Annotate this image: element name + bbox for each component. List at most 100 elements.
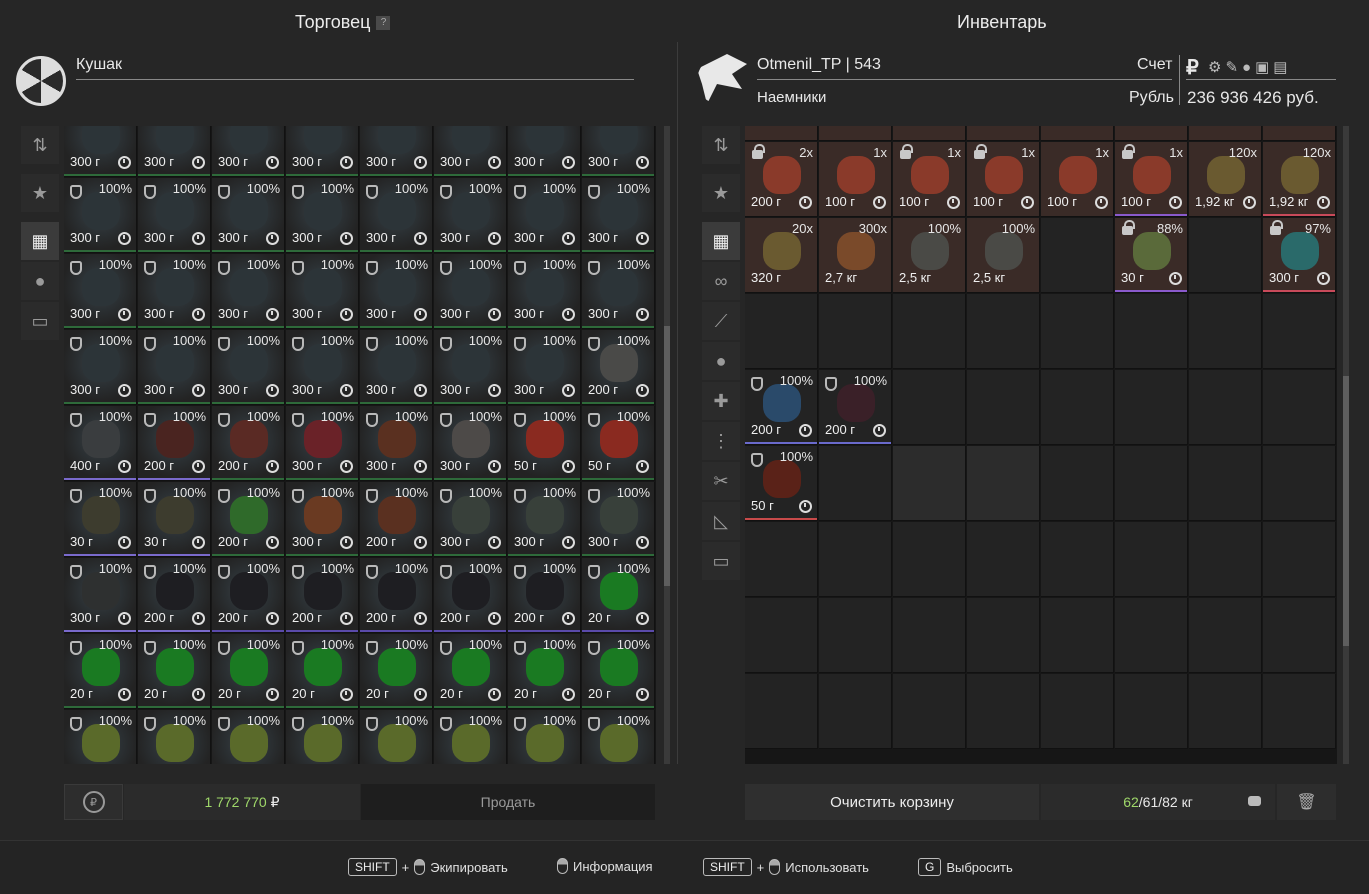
inventory-slot[interactable] bbox=[967, 126, 1040, 141]
item-slot[interactable]: 300 г bbox=[434, 126, 507, 177]
inventory-slot[interactable] bbox=[893, 598, 966, 673]
item-slot[interactable]: 100% 300 г bbox=[508, 482, 581, 557]
artifact-icon[interactable]: ● bbox=[702, 342, 740, 380]
inventory-slot[interactable] bbox=[1041, 598, 1114, 673]
inventory-slot[interactable] bbox=[819, 522, 892, 597]
weapon-icon[interactable]: ⟋ bbox=[702, 302, 740, 340]
item-slot[interactable]: 100% bbox=[286, 710, 359, 764]
inventory-slot[interactable]: 2x 200 г bbox=[745, 142, 818, 217]
item-slot[interactable]: 100% 200 г bbox=[434, 558, 507, 633]
inventory-slot[interactable] bbox=[1115, 674, 1188, 749]
sell-button[interactable]: Продать bbox=[361, 784, 655, 820]
inventory-slot[interactable] bbox=[893, 674, 966, 749]
inventory-slot[interactable]: 1x 100 г bbox=[1115, 142, 1188, 217]
inventory-slot[interactable]: 97% 300 г bbox=[1263, 218, 1336, 293]
ammo-icon[interactable]: ⋮ bbox=[702, 422, 740, 460]
item-slot[interactable]: 100% 30 г bbox=[64, 482, 137, 557]
inventory-slot[interactable] bbox=[1115, 598, 1188, 673]
item-slot[interactable]: 100% 20 г bbox=[212, 634, 285, 709]
inventory-slot[interactable]: 120x 1,92 кг bbox=[1189, 142, 1262, 217]
inventory-slot[interactable] bbox=[1115, 370, 1188, 445]
inventory-slot[interactable]: 20x 320 г bbox=[745, 218, 818, 293]
inventory-slot[interactable] bbox=[819, 126, 892, 141]
item-slot[interactable]: 100% 200 г bbox=[360, 558, 433, 633]
box-icon[interactable]: ▭ bbox=[702, 542, 740, 580]
item-slot[interactable]: 100% bbox=[360, 710, 433, 764]
inventory-slot[interactable] bbox=[893, 370, 966, 445]
item-slot[interactable]: 100% 300 г bbox=[582, 178, 655, 253]
inventory-slot[interactable] bbox=[1263, 126, 1336, 141]
item-slot[interactable]: 100% 20 г bbox=[434, 634, 507, 709]
inventory-slot[interactable] bbox=[1189, 674, 1262, 749]
item-slot[interactable]: 100% 300 г bbox=[286, 254, 359, 329]
inventory-slot[interactable] bbox=[893, 294, 966, 369]
item-slot[interactable]: 100% 300 г bbox=[138, 178, 211, 253]
item-slot[interactable]: 100% 20 г bbox=[286, 634, 359, 709]
inventory-slot[interactable] bbox=[745, 294, 818, 369]
inventory-slot[interactable] bbox=[745, 126, 818, 141]
item-slot[interactable]: 100% 300 г bbox=[212, 178, 285, 253]
ruler-icon[interactable]: ◺ bbox=[702, 502, 740, 540]
inventory-slot[interactable] bbox=[1189, 218, 1262, 293]
item-slot[interactable]: 100% 300 г bbox=[360, 406, 433, 481]
item-slot[interactable]: 100% 200 г bbox=[138, 558, 211, 633]
item-slot[interactable]: 100% 300 г bbox=[138, 254, 211, 329]
link-icon[interactable]: ∞ bbox=[702, 262, 740, 300]
star-icon[interactable]: ★ bbox=[702, 174, 740, 212]
item-slot[interactable]: 100% 200 г bbox=[582, 330, 655, 405]
inventory-slot[interactable] bbox=[1263, 522, 1336, 597]
star-icon[interactable]: ★ bbox=[21, 174, 59, 212]
medkit-icon[interactable]: ✚ bbox=[702, 382, 740, 420]
inventory-slot[interactable] bbox=[1189, 522, 1262, 597]
item-slot[interactable]: 100% 20 г bbox=[508, 634, 581, 709]
inventory-slot[interactable]: 88% 30 г bbox=[1115, 218, 1188, 293]
inventory-slot[interactable] bbox=[1189, 294, 1262, 369]
item-slot[interactable]: 100% 300 г bbox=[286, 406, 359, 481]
item-slot[interactable]: 100% 300 г bbox=[286, 178, 359, 253]
item-slot[interactable]: 100% 300 г bbox=[286, 482, 359, 557]
inventory-slot[interactable] bbox=[1041, 126, 1114, 141]
item-slot[interactable]: 100% 300 г bbox=[434, 482, 507, 557]
trader-refresh-button[interactable]: ₽ bbox=[64, 784, 123, 820]
inventory-slot[interactable] bbox=[745, 522, 818, 597]
item-slot[interactable]: 100% 300 г bbox=[64, 558, 137, 633]
box-icon[interactable]: ▭ bbox=[21, 302, 59, 340]
inventory-slot[interactable] bbox=[1115, 446, 1188, 521]
inventory-slot[interactable] bbox=[1263, 370, 1336, 445]
inventory-slot[interactable]: 100% 200 г bbox=[819, 370, 892, 445]
item-slot[interactable]: 100% 300 г bbox=[286, 330, 359, 405]
ruble-icon[interactable]: ₽ bbox=[1186, 55, 1199, 80]
inventory-slot[interactable] bbox=[819, 446, 892, 521]
item-slot[interactable]: 100% 300 г bbox=[508, 178, 581, 253]
trader-scrollbar[interactable] bbox=[664, 126, 670, 764]
inventory-slot[interactable] bbox=[1263, 674, 1336, 749]
inventory-scrollbar[interactable] bbox=[1343, 126, 1349, 764]
item-slot[interactable]: 100% 300 г bbox=[508, 330, 581, 405]
trash-button[interactable]: 🗑 bbox=[1277, 784, 1336, 820]
item-slot[interactable]: 100% 300 г bbox=[360, 254, 433, 329]
item-slot[interactable]: 100% 300 г bbox=[582, 482, 655, 557]
item-slot[interactable]: 100% bbox=[508, 710, 581, 764]
inventory-slot[interactable] bbox=[1189, 126, 1262, 141]
grid-icon[interactable]: ▦ bbox=[21, 222, 59, 260]
item-slot[interactable]: 100% 200 г bbox=[360, 482, 433, 557]
item-slot[interactable]: 100% 300 г bbox=[360, 330, 433, 405]
item-slot[interactable]: 100% 300 г bbox=[212, 254, 285, 329]
item-slot[interactable]: 100% 200 г bbox=[508, 558, 581, 633]
inventory-slot[interactable] bbox=[745, 598, 818, 673]
inventory-slot[interactable] bbox=[967, 294, 1040, 369]
item-slot[interactable]: 100% bbox=[212, 710, 285, 764]
item-slot[interactable]: 300 г bbox=[582, 126, 655, 177]
item-slot[interactable]: 100% 200 г bbox=[286, 558, 359, 633]
grid-icon[interactable]: ▦ bbox=[702, 222, 740, 260]
artifact-icon[interactable]: ● bbox=[21, 262, 59, 300]
inventory-slot[interactable]: 1x 100 г bbox=[1041, 142, 1114, 217]
item-slot[interactable]: 100% 20 г bbox=[138, 634, 211, 709]
inventory-slot[interactable] bbox=[1115, 522, 1188, 597]
inventory-slot[interactable]: 100% 200 г bbox=[745, 370, 818, 445]
item-slot[interactable]: 100% 300 г bbox=[434, 254, 507, 329]
item-slot[interactable]: 100% 300 г bbox=[64, 330, 137, 405]
inventory-slot[interactable]: 100% 2,5 кг bbox=[893, 218, 966, 293]
item-slot[interactable]: 100% 300 г bbox=[582, 254, 655, 329]
item-slot[interactable]: 100% 300 г bbox=[508, 254, 581, 329]
